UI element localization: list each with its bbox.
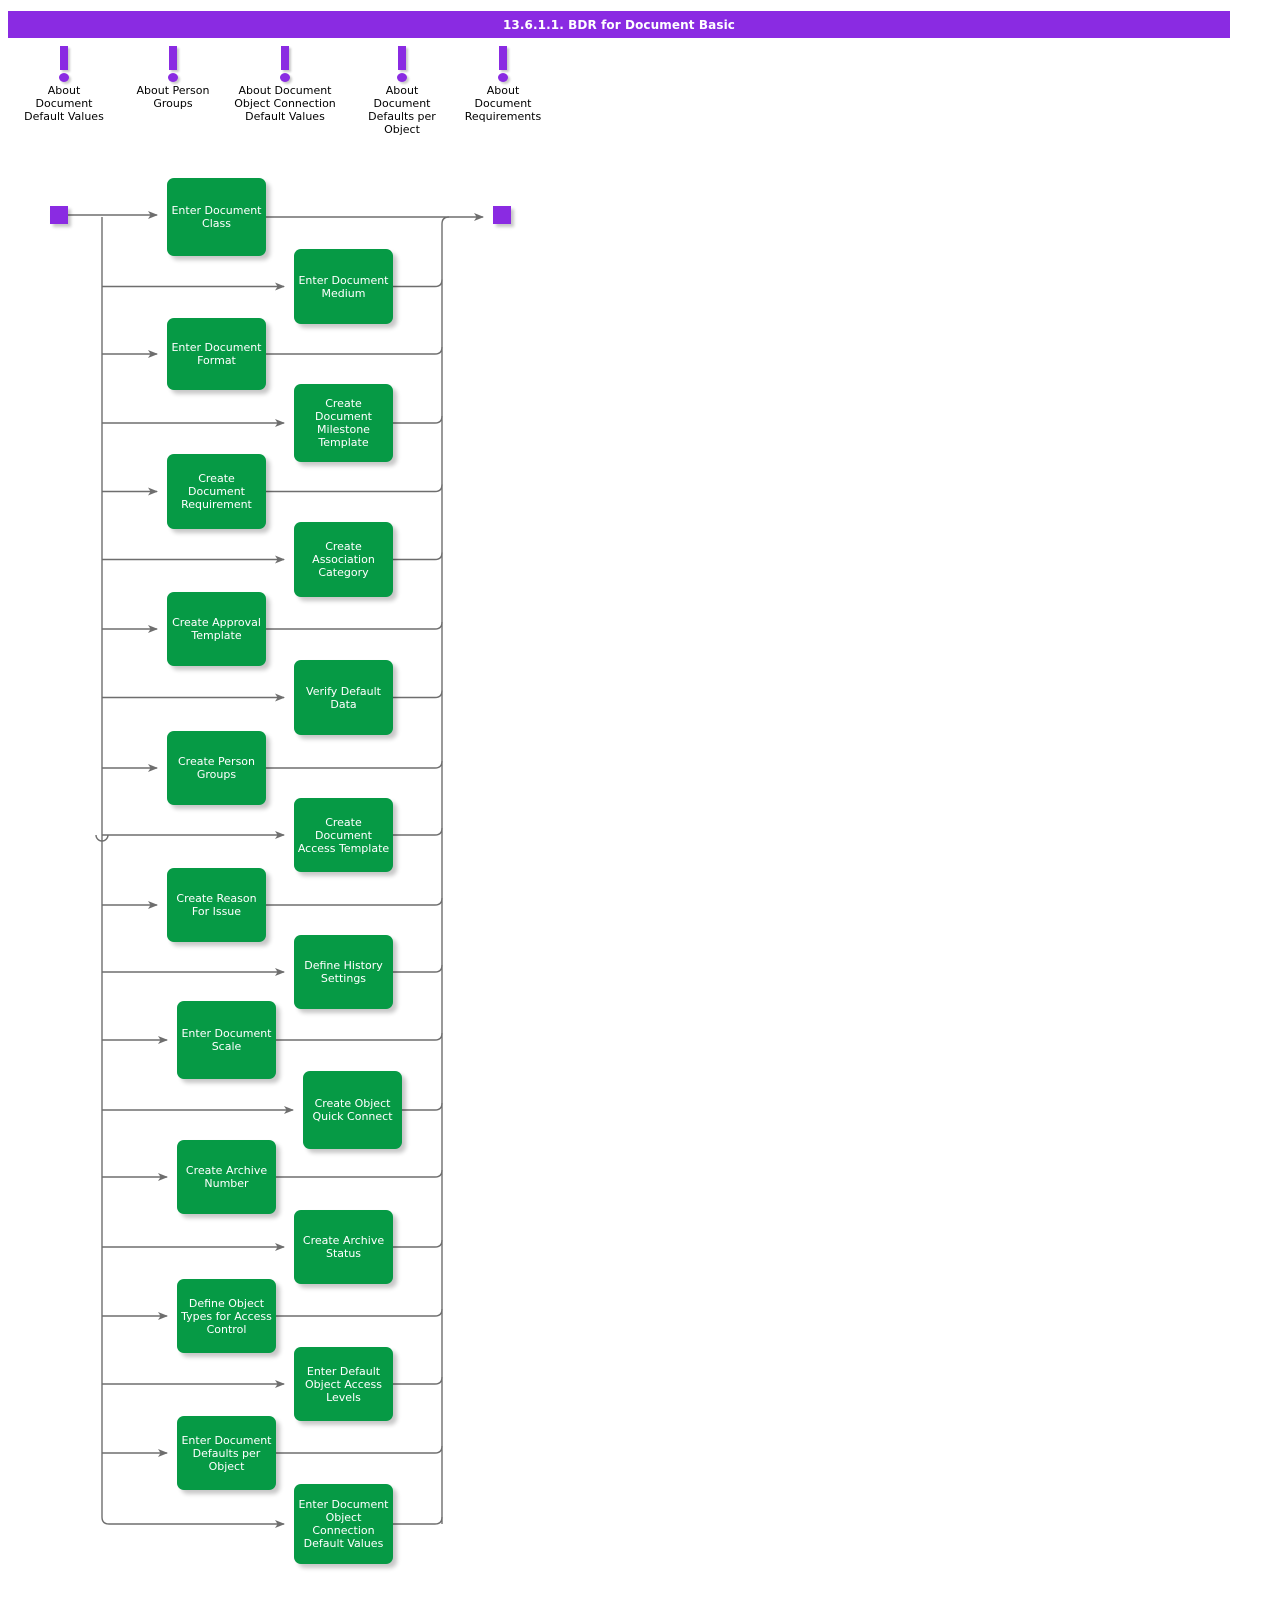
connector [441, 216, 450, 1524]
activity-box[interactable]: Enter Document Format [167, 318, 266, 390]
activity-label: Enter Document Object Connection Default… [298, 1498, 389, 1550]
connector [393, 552, 443, 561]
connector [266, 760, 443, 769]
start-node[interactable] [50, 206, 68, 224]
activity-box[interactable]: Create Object Quick Connect [303, 1071, 402, 1149]
activity-box[interactable]: Verify Default Data [294, 660, 393, 735]
activity-box[interactable]: Define Object Types for Access Control [177, 1279, 276, 1353]
activity-box[interactable]: Create Archive Number [177, 1140, 276, 1214]
activity-label: Enter Document Class [171, 204, 262, 230]
connector [393, 827, 443, 836]
note-label: About Document Object Connection Default… [234, 84, 336, 123]
activity-label: Enter Document Defaults per Object [181, 1433, 272, 1473]
connector [101, 217, 110, 1525]
connector [393, 1376, 443, 1385]
activity-box[interactable]: Create Association Category [294, 522, 393, 597]
activity-box[interactable]: Define History Settings [294, 935, 393, 1009]
connector [402, 1102, 443, 1111]
activity-label: Create Object Quick Connect [312, 1097, 393, 1123]
activity-label: Verify Default Data [306, 684, 381, 711]
activity-label: Define Object Types for Access Control [181, 1296, 272, 1336]
activity-label: Enter Document Scale [181, 1027, 272, 1053]
exclamation-icon [225, 46, 345, 84]
activity-label: Create Archive Status [302, 1234, 385, 1260]
activity-box[interactable]: Enter Default Object Access Levels [294, 1347, 393, 1421]
connector [393, 690, 443, 699]
activity-label: Enter Document Medium [298, 273, 389, 300]
activity-box[interactable]: Create Approval Template [167, 592, 266, 666]
activity-box[interactable]: Create Document Milestone Template [294, 384, 393, 462]
connector [266, 897, 443, 906]
activity-label: Enter Document Format [171, 341, 262, 367]
connector [393, 415, 443, 424]
connector [266, 346, 443, 355]
activity-box[interactable]: Enter Document Class [167, 178, 266, 256]
activity-box[interactable]: Enter Document Object Connection Default… [294, 1484, 393, 1564]
connector [276, 1308, 443, 1317]
activity-box[interactable]: Enter Document Defaults per Object [177, 1416, 276, 1490]
activity-label: Enter Default Object Access Levels [305, 1364, 382, 1404]
activity-label: Create Approval Template [172, 616, 261, 642]
note-5[interactable]: About Document Requirements [443, 46, 563, 123]
activity-box[interactable]: Enter Document Medium [294, 249, 393, 324]
activity-label: Create Document Requirement [181, 472, 252, 511]
activity-box[interactable]: Create Document Access Template [294, 798, 393, 872]
activity-box[interactable]: Create Document Requirement [167, 454, 266, 529]
activity-label: Create Document Access Template [297, 815, 390, 855]
connector [276, 1032, 443, 1041]
exclamation-icon [4, 46, 124, 84]
activity-box[interactable]: Create Reason For Issue [167, 868, 266, 942]
connector [266, 621, 443, 630]
activity-box[interactable]: Create Archive Status [294, 1210, 393, 1284]
connector [266, 484, 443, 493]
note-label: About Document Requirements [464, 84, 542, 123]
connector [393, 1516, 443, 1525]
window-title-bar: 13.6.1.1. BDR for Document Basic [8, 11, 1230, 38]
connector [276, 1169, 443, 1178]
activity-box[interactable]: Enter Document Scale [177, 1001, 276, 1079]
connector [393, 964, 443, 973]
note-3[interactable]: About Document Object Connection Default… [225, 46, 345, 123]
end-node[interactable] [493, 206, 511, 224]
activity-box[interactable]: Create Person Groups [167, 731, 266, 805]
connector [393, 279, 443, 288]
page-title: 13.6.1.1. BDR for Document Basic [502, 17, 736, 32]
activity-label: Create Document Milestone Template [315, 397, 372, 449]
note-label: About Document Default Values [24, 84, 104, 123]
connector [393, 1239, 443, 1248]
activity-label: Create Reason For Issue [176, 892, 257, 918]
flow-diagram-canvas: Enter Document Class Enter Document Mediu… [0, 150, 1280, 1600]
connector [276, 1445, 443, 1454]
exclamation-icon [113, 46, 233, 84]
note-1[interactable]: About Document Default Values [4, 46, 124, 123]
activity-label: Create Archive Number [185, 1164, 268, 1190]
activity-label: Define History Settings [304, 959, 383, 985]
activity-label: Create Association Category [312, 540, 375, 579]
note-2[interactable]: About Person Groups [113, 46, 233, 110]
activity-label: Create Person Groups [177, 755, 255, 781]
note-label: About Person Groups [136, 84, 210, 110]
exclamation-icon [443, 46, 563, 84]
